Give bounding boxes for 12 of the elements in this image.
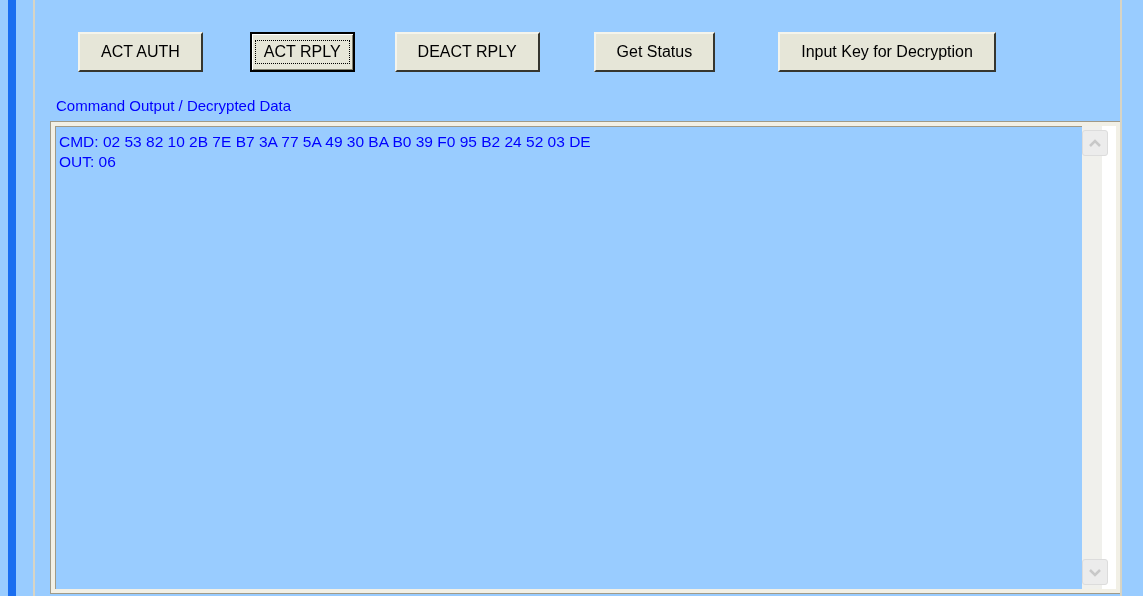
output-label: Command Output / Decrypted Data: [56, 97, 292, 114]
command-button[interactable]: Get Status: [593, 32, 716, 72]
command-button[interactable]: ACT AUTH: [78, 32, 203, 72]
command-button[interactable]: DEACT RPLY: [394, 32, 540, 72]
scroll-up-icon[interactable]: [1082, 130, 1108, 156]
output-line: OUT: 06: [59, 152, 116, 172]
output-field[interactable]: CMD: 02 53 82 10 2B 7E B7 3A 77 5A 49 30 BA B0 39 F0 95 B2 24 52 03 DE OUT: 06: [51, 122, 1120, 593]
output-line: CMD: 02 53 82 10 2B 7E B7 3A 77 5A 49 30 BA B0 39 F0 95 B2 24 52 03 DE: [59, 132, 591, 152]
scrollbar[interactable]: [1082, 126, 1116, 589]
scroll-down-icon[interactable]: [1082, 559, 1108, 585]
command-button[interactable]: Input Key for Decryption: [778, 32, 996, 72]
command-button[interactable]: ACT RPLY: [249, 32, 355, 72]
